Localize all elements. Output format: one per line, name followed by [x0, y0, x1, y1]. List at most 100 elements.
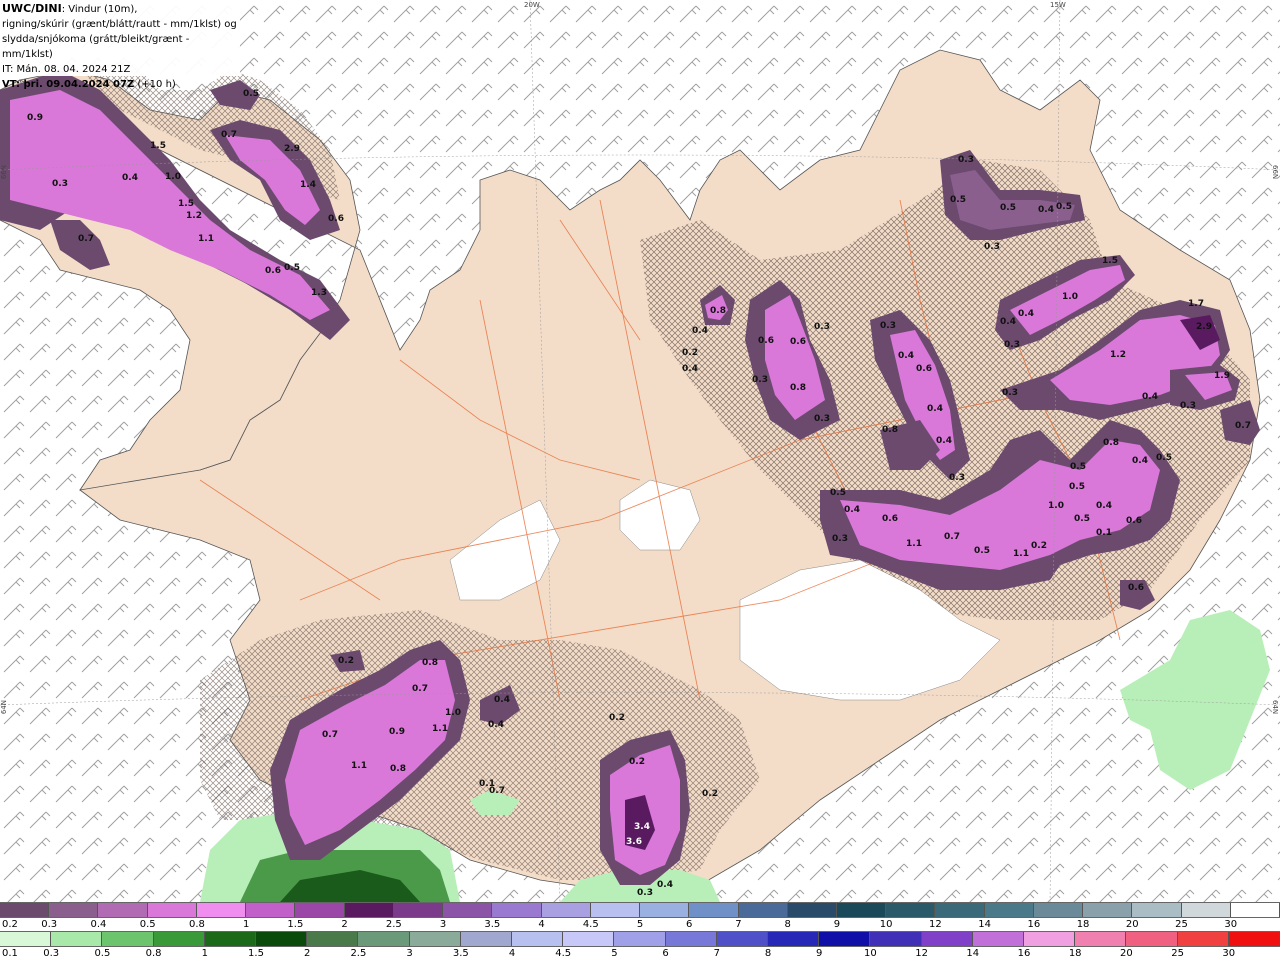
legend-label: 1.5	[287, 919, 304, 930]
precip-value: 0.4	[898, 351, 914, 361]
legend-label: 1.5	[248, 948, 264, 959]
lat-label-right-66n: 66N	[1271, 165, 1279, 180]
legend-label: 2.5	[350, 948, 367, 959]
snow-desc: slydda/snjókoma (grátt/bleikt/grænt - mm…	[2, 34, 190, 60]
precip-value: 1.1	[432, 724, 448, 734]
legend-label: 3	[439, 919, 447, 930]
precip-value: 0.7	[489, 786, 505, 796]
legend-swatch	[689, 903, 739, 917]
legend-swatch	[716, 932, 769, 946]
precip-value: 0.3	[1002, 388, 1018, 398]
legend-label: 14	[966, 948, 980, 959]
precip-value: 0.7	[78, 234, 94, 244]
precip-value: 1.1	[351, 761, 367, 771]
legend-label: 6	[662, 948, 669, 959]
precip-value: 0.6	[1128, 583, 1144, 593]
precip-value: 0.9	[27, 113, 43, 123]
legend-swatch	[295, 903, 345, 917]
legend-label: 2	[341, 919, 348, 930]
legend-swatch	[1230, 903, 1280, 917]
legend-label: 0.2	[2, 919, 18, 930]
legend-label: 0.3	[43, 948, 60, 959]
precip-value: 0.3	[880, 321, 896, 331]
precip-value: 0.4	[682, 364, 698, 374]
legend-swatch	[972, 932, 1025, 946]
model-name: UWC/DINI	[2, 2, 62, 15]
rain-scale-labels: 0.1 0.3 0.5 0.8 1 1.5 2 2.5 3 3.5 4 4.5 5 6 7 8 9 10 12 14 1…	[0, 947, 1280, 963]
legend-label: 5	[636, 919, 644, 930]
lead-time: (+10 h)	[134, 79, 176, 90]
legend-label: 16	[1027, 919, 1041, 930]
legend-swatch	[51, 932, 103, 946]
precip-value: 0.5	[830, 488, 846, 498]
legend-swatch	[196, 903, 247, 917]
precip-value: 0.6	[758, 336, 774, 346]
precip-value: 0.4	[657, 880, 673, 890]
precip-value: 0.5	[1156, 453, 1172, 463]
legend-label: 3.5	[484, 919, 501, 930]
legend-swatch	[393, 903, 444, 917]
lon-label-15w: 15W	[1050, 1, 1066, 9]
legend-swatch	[640, 903, 690, 917]
legend-label: 4	[538, 919, 545, 930]
precip-value: 0.3	[1004, 340, 1020, 350]
precip-value: 0.3	[1180, 401, 1196, 411]
precip-value: 0.2	[1031, 541, 1047, 551]
precip-value: 0.8	[790, 383, 806, 393]
legend-swatch	[256, 932, 308, 946]
legend-swatch	[1075, 932, 1127, 946]
precip-value: 0.5	[974, 546, 990, 556]
precip-value: 1.5	[178, 199, 194, 209]
precip-value: 0.4	[1142, 392, 1158, 402]
legend-swatch	[1083, 903, 1133, 917]
legend-swatch	[921, 932, 973, 946]
precip-value: 0.4	[844, 505, 860, 515]
precip-value: 0.4	[936, 436, 952, 446]
precip-value: 0.2	[702, 789, 718, 799]
legend-label: 8	[784, 919, 791, 930]
legend-swatch	[819, 932, 871, 946]
rain-legend: 0.1 0.3 0.5 0.8 1 1.5 2 2.5 3 3.5 4 4.5 5 6 7 8 9 10 12 14 1…	[0, 931, 1280, 963]
legend-swatch	[460, 932, 513, 946]
map-header: UWC/DINI: Vindur (10m), rigning/skúrir (…	[0, 0, 240, 90]
legend-label: 8	[764, 948, 772, 959]
legend-swatch	[935, 903, 985, 917]
precip-value: 0.8	[1103, 438, 1119, 448]
precip-value: 0.9	[389, 727, 405, 737]
precip-value: 0.6	[790, 337, 806, 347]
legend-label: 9	[816, 948, 823, 959]
precip-value: 0.3	[637, 888, 653, 898]
precip-value: 0.6	[1126, 516, 1142, 526]
rain-color-scale	[0, 931, 1280, 947]
legend-swatch	[665, 932, 717, 946]
legend-label: 6	[686, 919, 693, 930]
legend-swatch	[886, 903, 936, 917]
precip-value: 0.2	[609, 713, 625, 723]
title-desc: : Vindur (10m),	[61, 4, 138, 15]
init-time: IT: Mán. 08. 04. 2024 21Z	[2, 64, 131, 75]
legend-label: 4.5	[582, 919, 599, 930]
legend-label: 10	[879, 919, 893, 930]
legend-swatch	[409, 932, 461, 946]
legend-label: 14	[978, 919, 991, 930]
precip-value: 0.5	[284, 263, 300, 273]
legend-swatch	[1177, 932, 1229, 946]
legend-swatch	[492, 903, 542, 917]
legend-swatch	[307, 932, 359, 946]
legend-label: 4.5	[555, 948, 572, 959]
precip-value: 0.3	[949, 473, 965, 483]
precip-value: 0.5	[1000, 203, 1016, 213]
legend-label: 18	[1076, 919, 1090, 930]
precip-value: 2.9	[284, 144, 300, 154]
precip-value: 3.4	[634, 822, 650, 832]
precip-value: 0.5	[950, 195, 966, 205]
legend-label: 7	[735, 919, 742, 930]
legend-swatch	[768, 932, 820, 946]
legend-label: 0.3	[41, 919, 58, 930]
legend-swatch	[563, 932, 615, 946]
valid-time: VT: þri. 09.04.2024 07Z	[2, 79, 135, 90]
legend-swatch	[1024, 932, 1076, 946]
legend-swatch	[153, 932, 205, 946]
precip-value: 0.5	[1074, 514, 1090, 524]
legend-label: 25	[1171, 948, 1184, 959]
